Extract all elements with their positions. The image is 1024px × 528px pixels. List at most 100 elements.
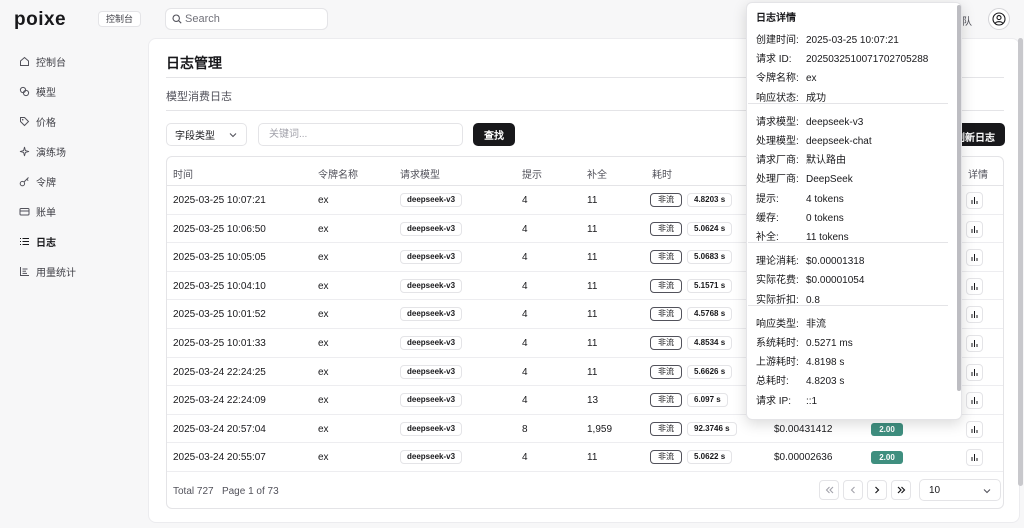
double-chevron-right-icon xyxy=(897,486,905,494)
sidebar-item-logs[interactable]: 日志 xyxy=(10,229,142,253)
col-completion: 补全 xyxy=(587,170,607,181)
stream-type-badge: 非流 xyxy=(650,450,682,465)
cell-completion: 13 xyxy=(587,395,599,407)
detail-field: 处理模型: deepseek-chat xyxy=(756,132,872,147)
cell-completion: 11 xyxy=(587,223,598,235)
workspace-badge[interactable]: 控制台 xyxy=(98,11,142,27)
sidebar-item-pricing[interactable]: 价格 xyxy=(10,109,142,133)
detail-key: 理论消耗: xyxy=(756,256,799,268)
search-box[interactable] xyxy=(165,8,328,30)
keyword-input[interactable] xyxy=(258,123,463,146)
cell-time: 2025-03-25 10:05:05 xyxy=(173,252,266,264)
field-type-select[interactable]: 字段类型 xyxy=(166,123,247,146)
sidebar-item-playground[interactable]: 演练场 xyxy=(10,139,142,163)
detail-key: 创建时间: xyxy=(756,35,799,46)
model-badge: deepseek-v3 xyxy=(400,221,463,236)
detail-scrollbar[interactable] xyxy=(957,5,961,391)
sidebar-item-label: 演练场 xyxy=(36,147,66,159)
detail-field: 实际折扣: 0.8 xyxy=(756,291,820,306)
detail-field: 响应状态: 成功 xyxy=(756,89,826,104)
search-button[interactable]: 查找 xyxy=(473,123,515,146)
app-logo[interactable]: poixe xyxy=(14,9,66,31)
user-avatar-button[interactable] xyxy=(988,8,1010,30)
cell-prompt: 4 xyxy=(522,280,528,292)
cell-completion: 11 xyxy=(587,452,598,464)
page-size-select[interactable]: 10 xyxy=(919,479,1001,501)
sidebar-item-models[interactable]: 模型 xyxy=(10,79,142,103)
cell-token: ex xyxy=(318,252,329,264)
key-icon xyxy=(18,175,30,187)
next-page-button[interactable] xyxy=(867,480,887,500)
double-chevron-left-icon xyxy=(825,486,833,494)
tag-icon xyxy=(18,115,30,127)
log-detail-popover: 日志详情 创建时间: 2025-03-25 10:07:21 请求 ID: 20250… xyxy=(746,2,962,420)
detail-value: deepseek-v3 xyxy=(806,116,864,128)
sidebar-item-label: 价格 xyxy=(36,117,56,129)
cell-token: ex xyxy=(318,395,329,407)
page-indicator: Page 1 of 73 xyxy=(221,486,279,497)
detail-key: 请求模型: xyxy=(756,116,799,128)
detail-field: 系统耗时: 0.5271 ms xyxy=(756,334,853,349)
col-token: 令牌名称 xyxy=(318,170,358,181)
last-page-button[interactable] xyxy=(891,480,911,500)
view-detail-button[interactable] xyxy=(966,192,983,209)
stream-type-badge: 非流 xyxy=(650,278,682,293)
cell-completion: 11 xyxy=(587,338,598,349)
detail-field: 令牌名称: ex xyxy=(756,69,817,84)
cell-completion: 11 xyxy=(587,309,598,321)
search-input[interactable] xyxy=(185,11,323,27)
view-detail-button[interactable] xyxy=(966,277,983,295)
detail-value: DeepSeek xyxy=(806,174,853,186)
view-detail-button[interactable] xyxy=(966,392,983,410)
view-detail-button[interactable] xyxy=(966,249,983,267)
stream-type-badge: 非流 xyxy=(650,307,682,322)
detail-key: 响应状态: xyxy=(756,92,799,104)
first-page-button[interactable] xyxy=(819,480,839,500)
sidebar-item-label: 模型 xyxy=(36,87,56,99)
cell-time: 2025-03-24 22:24:25 xyxy=(173,366,266,378)
detail-key: 请求厂商: xyxy=(756,155,799,167)
chart-icon xyxy=(18,265,30,277)
table-row: 2025-03-24 20:55:07 ex deepseek-v3 4 11 非流 5.0… xyxy=(167,443,1003,472)
detail-key: 请求 ID: xyxy=(756,54,792,66)
view-detail-button[interactable] xyxy=(966,306,983,324)
model-badge: deepseek-v3 xyxy=(400,393,463,408)
view-detail-button[interactable] xyxy=(966,420,983,438)
team-label[interactable]: 队 xyxy=(962,13,972,28)
detail-value: 4.8198 s xyxy=(806,357,845,369)
model-badge: deepseek-v3 xyxy=(400,421,463,436)
prev-page-button[interactable] xyxy=(843,480,863,500)
detail-key: 总耗时: xyxy=(756,376,789,388)
view-detail-button[interactable] xyxy=(966,363,983,381)
sidebar-item-billing[interactable]: 账单 xyxy=(10,199,142,223)
view-detail-button[interactable] xyxy=(966,220,983,238)
detail-value: ex xyxy=(806,73,817,85)
bar-chart-icon xyxy=(971,282,978,290)
ratio-badge: 2.00 xyxy=(871,422,903,436)
cell-time: 2025-03-25 10:01:33 xyxy=(173,338,266,349)
page-scrollbar[interactable] xyxy=(1018,38,1023,486)
detail-field: 处理厂商: DeepSeek xyxy=(756,170,853,185)
cell-cost: $0.00002636 xyxy=(774,452,833,464)
ratio-badge: 2.00 xyxy=(871,451,903,465)
detail-value: $0.00001318 xyxy=(806,256,865,268)
view-detail-button[interactable] xyxy=(966,335,983,352)
chevron-down-icon xyxy=(229,133,237,138)
stream-type-badge: 非流 xyxy=(650,336,682,350)
bar-chart-icon xyxy=(971,340,978,347)
cell-token: ex xyxy=(318,366,329,378)
duration-badge: 92.3746 s xyxy=(687,421,737,436)
detail-key: 响应类型: xyxy=(756,318,799,330)
detail-key: 实际折扣: xyxy=(756,294,799,306)
cell-prompt: 4 xyxy=(522,309,528,321)
detail-separator xyxy=(748,102,948,104)
sidebar-item-tokens[interactable]: 令牌 xyxy=(10,169,142,193)
sidebar-item-label: 令牌 xyxy=(36,177,56,189)
cell-prompt: 4 xyxy=(522,452,528,464)
view-detail-button[interactable] xyxy=(966,449,983,467)
detail-key: 提示: xyxy=(756,193,779,205)
stream-type-badge: 非流 xyxy=(650,250,682,265)
sidebar-item-usage[interactable]: 用量统计 xyxy=(10,259,142,283)
model-badge: deepseek-v3 xyxy=(400,336,463,350)
sidebar-item-dashboard[interactable]: 控制台 xyxy=(10,49,142,73)
